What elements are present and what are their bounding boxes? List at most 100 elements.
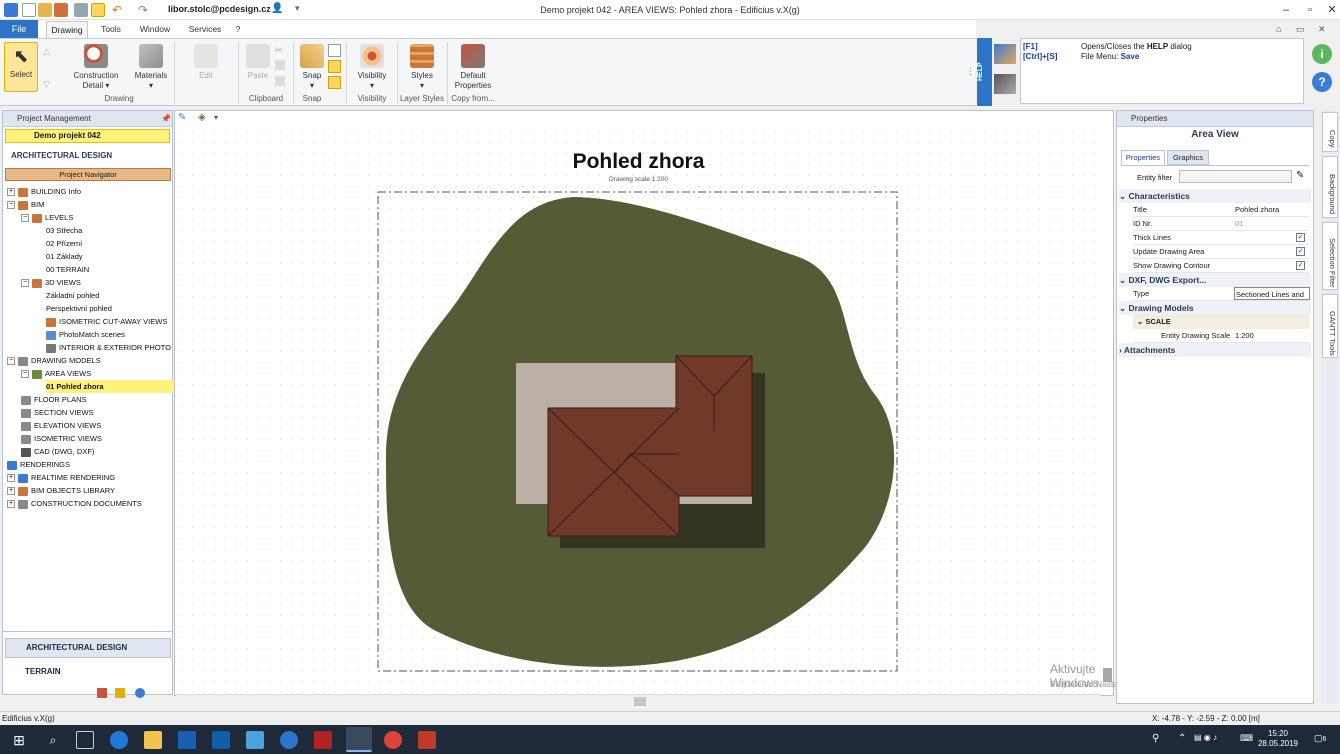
expand-toggle-icon[interactable]: − xyxy=(7,357,15,366)
side-tab-selection-filter[interactable]: Selection Filter xyxy=(1322,222,1338,290)
styles-button[interactable]: Styles ▾ xyxy=(402,44,442,91)
entity-filter-select[interactable] xyxy=(1179,170,1292,183)
tree-item[interactable]: ISOMETRIC VIEWS xyxy=(21,432,102,445)
tree-item[interactable]: CAD (DWG, DXF) xyxy=(21,445,94,458)
save-icon[interactable] xyxy=(54,3,68,17)
prop-row-type[interactable]: Type Sectioned Lines and xyxy=(1133,287,1310,301)
tab-window[interactable]: Window xyxy=(134,21,176,38)
prop-row-thick-lines[interactable]: Thick Lines ✓ xyxy=(1133,231,1309,245)
ie-icon[interactable] xyxy=(280,731,298,749)
close-doc-icon[interactable]: ✕ xyxy=(1318,24,1326,35)
prop-row-update-area[interactable]: Update Drawing Area ✓ xyxy=(1133,245,1309,259)
close-button[interactable]: ✕ xyxy=(1318,0,1340,20)
expand-toggle-icon[interactable]: − xyxy=(21,214,29,223)
tree-item[interactable]: RENDERINGS xyxy=(7,458,70,471)
tab-tools[interactable]: Tools xyxy=(94,21,128,38)
category-drawing-models[interactable]: ⌄ Drawing Models xyxy=(1119,301,1311,315)
type-select[interactable]: Sectioned Lines and xyxy=(1234,287,1310,300)
tree-item[interactable]: 03 Střecha xyxy=(46,224,82,237)
question-icon[interactable]: ? xyxy=(1312,72,1332,92)
materials-button[interactable]: Materials ▾ xyxy=(130,44,172,91)
chevron-down-icon[interactable]: ▾ xyxy=(295,3,300,14)
expand-toggle-icon[interactable]: + xyxy=(7,500,15,509)
expand-toggle-icon[interactable]: − xyxy=(21,370,29,379)
people-icon[interactable]: ⚲ xyxy=(1152,733,1159,744)
help-strip[interactable]: HELP xyxy=(977,38,992,106)
search-icon[interactable]: ⌕ xyxy=(44,731,62,749)
snap-option-icon[interactable] xyxy=(328,44,341,57)
edit-view-icon[interactable]: ✎ xyxy=(178,112,190,124)
user-icon[interactable]: 👤 xyxy=(271,3,283,14)
print-icon[interactable] xyxy=(74,3,88,17)
redo-icon[interactable]: ↷ xyxy=(138,3,152,17)
undo-icon[interactable]: ↶ xyxy=(112,3,126,17)
format-icon[interactable] xyxy=(275,76,285,86)
open-folder-icon[interactable] xyxy=(38,3,52,17)
puzzle-icon[interactable] xyxy=(135,688,145,698)
tree-item[interactable]: + CONSTRUCTION DOCUMENTS xyxy=(7,497,142,510)
tree-item[interactable]: 01 Základy xyxy=(46,250,83,263)
tab-properties[interactable]: Properties xyxy=(1121,150,1165,165)
app-icon-blue[interactable] xyxy=(246,731,264,749)
expand-toggle-icon[interactable]: − xyxy=(21,279,29,288)
paste-button[interactable]: Paste xyxy=(244,44,272,81)
scroll-up-icon[interactable]: △ xyxy=(43,46,50,57)
tab-services[interactable]: Services xyxy=(184,21,226,38)
pin-icon[interactable]: 📌 xyxy=(161,114,171,123)
tray-icons[interactable]: ▤ ◉ ♪ xyxy=(1194,733,1234,745)
tree-item[interactable]: 00 TERRAIN xyxy=(46,263,89,276)
checkbox-checked[interactable]: ✓ xyxy=(1296,247,1305,256)
mail-icon[interactable] xyxy=(212,731,230,749)
tree-item[interactable]: + BIM OBJECTS LIBRARY xyxy=(7,484,115,497)
tree-item[interactable]: INTERIOR & EXTERIOR PHOTO xyxy=(46,341,171,354)
snap-grid-icon[interactable] xyxy=(328,60,341,73)
task-view-icon[interactable] xyxy=(76,731,94,749)
edge-icon[interactable] xyxy=(110,731,128,749)
ribbon-grip-icon[interactable]: ⋮ xyxy=(966,66,975,77)
horizontal-scrollbar[interactable] xyxy=(176,694,1101,708)
store-icon[interactable] xyxy=(178,731,196,749)
tab-graphics[interactable]: Graphics xyxy=(1167,150,1209,165)
windows-start-icon[interactable]: ⊞ xyxy=(10,731,28,749)
cut-icon[interactable]: ✂ xyxy=(275,45,285,55)
tree-item[interactable]: + BUILDING Info xyxy=(7,185,81,198)
prop-row-show-contour[interactable]: Show Drawing Contour ✓ xyxy=(1133,259,1309,273)
expand-toggle-icon[interactable]: + xyxy=(7,474,15,483)
tree-item[interactable]: − AREA VIEWS xyxy=(21,367,91,380)
tree-item[interactable]: 02 Přízemí xyxy=(46,237,82,250)
edit-button[interactable]: Edit xyxy=(188,44,224,81)
tree-item[interactable]: 01 Pohled zhora xyxy=(46,380,183,393)
tree-item[interactable]: PhotoMatch scenes xyxy=(46,328,125,341)
checkbox-checked[interactable]: ✓ xyxy=(1296,233,1305,242)
terrain-tab[interactable]: TERRAIN xyxy=(5,663,171,683)
subcategory-scale[interactable]: ⌄ SCALE xyxy=(1133,315,1309,329)
tree-item[interactable]: ISOMETRIC CUT-AWAY VIEWS xyxy=(46,315,167,328)
p-icon[interactable] xyxy=(115,688,125,698)
construction-detail-button[interactable]: Construction Detail ▾ xyxy=(68,44,124,91)
side-tab-copy[interactable]: Copy xyxy=(1322,112,1338,152)
help-keyboard-icon[interactable] xyxy=(994,74,1016,94)
app-icon-s[interactable] xyxy=(418,731,436,749)
tree-item[interactable]: FLOOR PLANS xyxy=(21,393,87,406)
expand-toggle-icon[interactable]: − xyxy=(7,201,15,210)
tree-item[interactable]: SECTION VIEWS xyxy=(21,406,94,419)
category-attachments[interactable]: › Attachments xyxy=(1119,343,1311,357)
prop-row-entity-scale[interactable]: Entity Drawing Scale 1:200 xyxy=(1133,329,1309,343)
expand-toggle-icon[interactable]: + xyxy=(7,188,15,197)
help-search-icon[interactable] xyxy=(994,44,1016,64)
home-icon[interactable]: ⌂ xyxy=(1276,24,1281,34)
side-tab-gantt[interactable]: GANTT Tools xyxy=(1322,294,1338,358)
select-button[interactable]: ⬉ Select xyxy=(4,42,38,92)
tree-item[interactable]: Perspektivní pohled xyxy=(46,302,112,315)
tab-help[interactable]: ? xyxy=(230,21,246,38)
file-explorer-icon[interactable] xyxy=(144,731,162,749)
keyboard-icon[interactable]: ⌨ xyxy=(1240,733,1253,744)
clock[interactable]: 15:20 28.05.2019 xyxy=(1255,729,1301,749)
prop-row-title[interactable]: Title Pohled zhora xyxy=(1133,203,1309,217)
chevron-down-icon[interactable]: ▾ xyxy=(214,113,218,122)
project-navigator-button[interactable]: Project Navigator xyxy=(5,168,171,181)
project-name[interactable]: Demo projekt 042 xyxy=(5,129,170,143)
tree-item[interactable]: − 3D VIEWS xyxy=(21,276,81,289)
tree-item[interactable]: − BIM xyxy=(7,198,44,211)
expand-toggle-icon[interactable]: + xyxy=(7,487,15,496)
